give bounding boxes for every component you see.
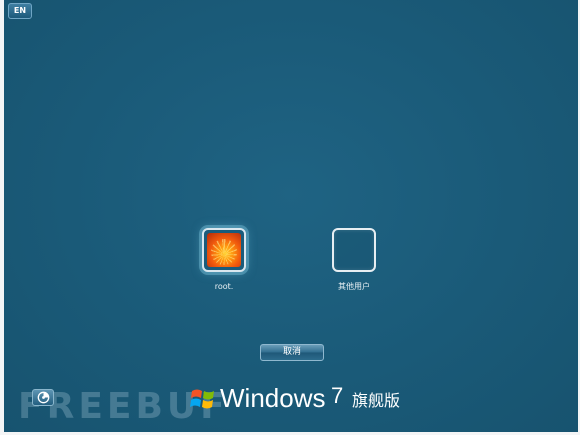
user-tile-other-user[interactable]: 其他用户: [322, 228, 386, 292]
cancel-button[interactable]: 取消: [260, 344, 324, 361]
login-screen: EN FREEBUF root. 其他用户 取消 Windows 7 旗舰版: [4, 0, 578, 432]
flower-avatar-icon: [207, 233, 241, 267]
user-picture-frame-empty[interactable]: [332, 228, 376, 272]
windows-version: 7: [331, 383, 344, 408]
other-user-label: 其他用户: [338, 282, 370, 291]
windows-wordmark: Windows: [220, 383, 326, 413]
user-picture-frame[interactable]: [202, 228, 246, 272]
ease-of-access-button[interactable]: [32, 389, 54, 406]
windows-edition: 旗舰版: [352, 391, 401, 410]
ease-of-access-icon: [37, 391, 50, 404]
language-indicator[interactable]: EN: [8, 3, 32, 19]
user-name-label: root.: [214, 282, 234, 291]
windows-logo-icon: [190, 389, 214, 409]
user-tile-root[interactable]: root.: [192, 228, 256, 292]
